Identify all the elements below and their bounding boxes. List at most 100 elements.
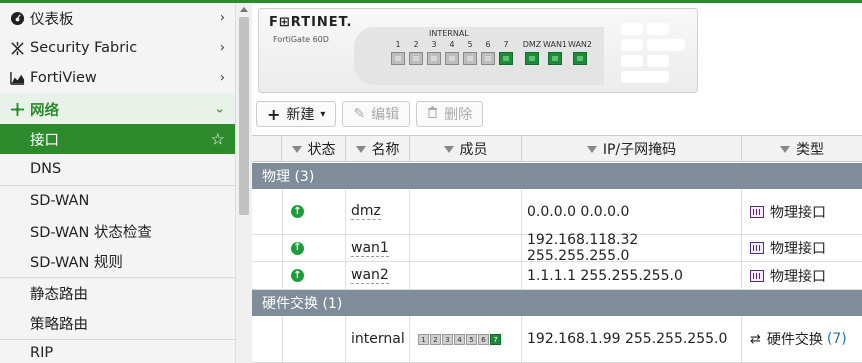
scroll-up-arrow-icon[interactable] [240,7,248,12]
device-faceplate: F⊞RTINET. FortiGate 60D INTERNAL 1 2 3 4… [258,8,698,93]
sidebar-item-security-fabric[interactable]: Security Fabric › [0,33,235,63]
sidebar-item-label: 接口 [30,132,59,149]
status-up-icon: ↑ [291,205,304,218]
device-model: FortiGate 60D [273,35,329,44]
caret-down-icon: ▾ [320,108,326,120]
pencil-icon: ✎ [353,106,366,122]
sidebar-item-sdwan-status-check[interactable]: SD-WAN 状态检查 [0,216,235,246]
sidebar-item-dns[interactable]: DNS [0,154,235,184]
sidebar-item-label: SD-WAN [30,193,90,209]
sidebar-item-sdwan[interactable]: SD-WAN [0,186,235,216]
port-label: DMZ [522,40,542,49]
port-wan2[interactable] [573,52,587,65]
port-2[interactable] [409,52,423,65]
column-header-members[interactable]: 成员 [410,136,522,162]
filter-icon[interactable] [780,145,790,153]
sidebar-item-sdwan-rules[interactable]: SD-WAN 规则 [0,246,235,276]
physical-port-icon [750,242,764,254]
sidebar-item-policy-routes[interactable]: 策略路由 [0,308,235,338]
chevron-right-icon: › [219,70,225,86]
port-label: 1 [395,40,401,49]
type-cell: 物理接口 [742,235,862,261]
members-cell: 1 2 3 4 5 6 7 [410,316,522,362]
port-wan1[interactable] [548,52,562,65]
delete-button[interactable]: 删除 [416,101,484,127]
network-icon [8,100,26,118]
sidebar-item-label: FortiView [30,70,97,86]
port-1[interactable] [391,52,405,65]
sidebar-item-label: SD-WAN 状态检查 [30,224,152,241]
group-label: 硬件交换 (1) [262,296,343,312]
table-row[interactable]: ↑ wan1 192.168.118.32 255.255.255.0 物理接口 [252,232,862,264]
sidebar-item-network[interactable]: 网络 ⌄ [0,94,235,124]
chevron-down-icon: ⌄ [214,101,225,117]
interface-name[interactable]: internal [351,331,405,347]
ip-cell: 1.1.1.1 255.255.255.0 [522,262,742,289]
interface-name[interactable]: wan1 [351,240,389,257]
type-label: 硬件交换 [766,332,823,348]
create-new-button[interactable]: + 新建 ▾ [256,101,337,127]
sidebar-item-interfaces[interactable]: 接口 ☆ [0,124,235,154]
filter-icon[interactable] [291,145,302,153]
column-header-status[interactable]: 状态 [282,136,346,162]
column-header-name[interactable]: 名称 [346,136,410,162]
faceplate-vent [617,17,691,87]
filter-icon[interactable] [443,145,454,153]
group-header-hardware-switch[interactable]: 硬件交换 (1) [252,290,862,316]
group-header-physical[interactable]: 物理 (3) [252,163,862,189]
table-row[interactable]: ↑ dmz 0.0.0.0 0.0.0.0 物理接口 [252,189,862,235]
hardware-switch-icon: ⇄ [750,331,761,347]
filter-icon[interactable] [586,145,597,153]
internal-port-group-label: INTERNAL [429,29,469,38]
member-count[interactable]: (7) [827,331,847,347]
name-cell: wan1 [346,235,410,261]
filter-icon[interactable] [355,145,366,153]
ip-cell: 192.168.118.32 255.255.255.0 [522,232,742,264]
port-5[interactable] [463,52,477,65]
sidebar-item-label: DNS [30,161,62,177]
dashboard-icon [8,9,26,27]
table-header: 状态 名称 成员 IP/子网掩码 类型 [252,135,862,162]
table-row[interactable]: ↑ wan2 1.1.1.1 255.255.255.0 物理接口 [252,262,862,290]
sidebar-item-label: RIP [30,345,54,361]
trash-icon [427,106,438,122]
sidebar: 仪表板 › Security Fabric › FortiView › 网络 ⌄… [0,3,235,363]
physical-port-icon [750,269,764,282]
sidebar-item-fortiview[interactable]: FortiView › [0,63,235,93]
type-label: 物理接口 [770,268,826,285]
sidebar-scrollbar[interactable] [235,3,252,363]
port-dmz[interactable] [525,52,539,65]
interface-name[interactable]: wan2 [351,267,389,284]
header-spacer [252,136,282,162]
star-icon[interactable]: ☆ [211,130,225,149]
column-label: 成员 [459,142,488,158]
sidebar-item-label: 静态路由 [30,286,88,303]
column-header-type[interactable]: 类型 [742,136,862,162]
create-new-label: 新建 [286,107,315,123]
members-cell [410,235,522,261]
sidebar-item-dashboard[interactable]: 仪表板 › [0,3,235,33]
chevron-right-icon: › [219,10,225,26]
scrollbar-thumb[interactable] [239,17,249,215]
port-label: WAN2 [567,40,593,49]
ip-netmask: 192.168.118.32 255.255.255.0 [527,232,639,264]
port-3[interactable] [427,52,441,65]
column-header-ip-netmask[interactable]: IP/子网掩码 [522,136,742,162]
column-label: 状态 [307,142,336,158]
ip-netmask: 1.1.1.1 255.255.255.0 [527,267,683,284]
port-7[interactable] [499,52,513,65]
port-4[interactable] [445,52,459,65]
status-up-icon: ↑ [291,269,304,282]
fortinet-logo: F⊞RTINET. [269,15,353,30]
member-port: 6 [478,333,489,345]
sidebar-item-rip[interactable]: RIP [0,340,235,363]
member-port: 1 [418,333,429,345]
ip-cell: 0.0.0.0 0.0.0.0 [522,189,742,234]
type-cell: 物理接口 [742,262,862,289]
interface-name[interactable]: dmz [351,203,381,220]
port-6[interactable] [481,52,495,65]
edit-button[interactable]: ✎ 编辑 [342,101,411,127]
table-row[interactable]: internal 1 2 3 4 5 6 7 192.168.1.99 255.… [252,316,862,363]
member-port: 5 [466,333,477,345]
sidebar-item-static-routes[interactable]: 静态路由 [0,278,235,308]
